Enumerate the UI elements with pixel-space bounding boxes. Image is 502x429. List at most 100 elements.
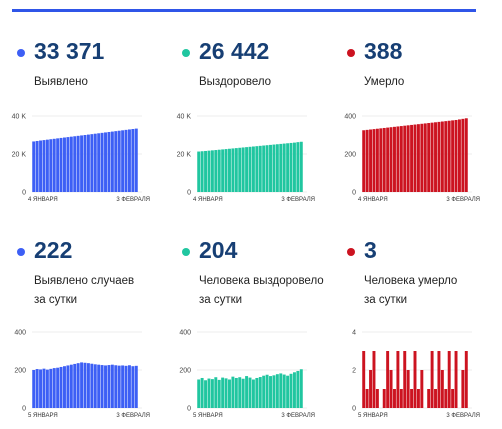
bar: [131, 366, 135, 408]
bar-chart: 0 200 400 5 ЯНВАРЯ 3 ФЕВРАЛЯ: [14, 330, 150, 420]
bar: [282, 374, 286, 408]
y-tick-label: 0: [187, 190, 191, 197]
bar: [440, 121, 444, 192]
bar: [434, 122, 437, 192]
bar: [386, 127, 390, 192]
bar: [369, 129, 373, 192]
bar: [124, 129, 128, 192]
value-died-daily: 3: [364, 237, 377, 263]
bar: [393, 126, 396, 192]
bar: [406, 125, 410, 192]
bar: [430, 122, 434, 192]
bar: [369, 370, 373, 408]
bar-chart: 0 20 K 40 K 4 ЯНВАРЯ 3 ФЕВРАЛЯ: [12, 114, 150, 204]
bar: [32, 141, 36, 192]
bar: [80, 362, 84, 408]
bar: [238, 377, 242, 408]
bar: [83, 135, 87, 192]
bullet-dot: [182, 49, 190, 57]
bar: [372, 129, 376, 192]
bar: [444, 389, 448, 408]
x-start-label: 4 ЯНВАРЯ: [28, 197, 58, 203]
bar: [427, 123, 431, 192]
bar: [434, 389, 437, 408]
label-recovered-daily: Человека выздоровело за сутки: [199, 275, 324, 306]
bar-chart: 0 20 K 40 K 4 ЯНВАРЯ 3 ФЕВРАЛЯ: [177, 114, 315, 204]
bar: [52, 138, 56, 192]
value-detected-daily: 222: [34, 237, 73, 263]
bar: [275, 144, 279, 192]
bar: [454, 119, 458, 192]
bar: [35, 369, 39, 408]
bar: [396, 351, 400, 408]
bar: [292, 142, 296, 192]
bar: [59, 366, 63, 408]
bullet-dot: [347, 49, 355, 57]
bar: [214, 377, 218, 408]
bar: [69, 136, 73, 192]
bar: [49, 139, 53, 192]
y-tick-label: 40 K: [177, 114, 192, 121]
bar: [440, 370, 444, 408]
bar: [365, 389, 369, 408]
top-accent-bar: [12, 9, 476, 12]
x-end-label: 3 ФЕВРАЛЯ: [116, 413, 150, 419]
bar: [66, 365, 70, 408]
bar: [100, 132, 104, 192]
bar: [131, 129, 135, 192]
bar: [461, 370, 465, 408]
bar: [97, 133, 101, 192]
bar: [210, 150, 214, 192]
bar: [117, 130, 121, 192]
bar: [69, 364, 73, 408]
bar: [413, 351, 417, 408]
bar: [117, 365, 121, 408]
bar: [207, 378, 211, 408]
label-died: Умерло: [364, 76, 405, 88]
bar: [389, 370, 393, 408]
bar: [423, 123, 427, 192]
bar: [104, 365, 107, 408]
bar: [454, 351, 458, 408]
y-tick-label: 0: [352, 190, 356, 197]
bar: [286, 375, 290, 408]
bar: [56, 138, 60, 192]
bar: [420, 370, 424, 408]
bar: [73, 136, 77, 192]
bar: [245, 147, 249, 192]
bar: [386, 351, 390, 408]
bar: [134, 365, 138, 408]
bar: [444, 121, 448, 192]
bar: [269, 144, 272, 192]
bar: [427, 389, 431, 408]
bar: [286, 143, 290, 192]
bar: [258, 377, 262, 408]
bar: [231, 148, 235, 192]
bar: [90, 134, 94, 192]
x-start-label: 4 ЯНВАРЯ: [358, 197, 388, 203]
bar: [217, 379, 221, 408]
bar: [451, 120, 455, 192]
y-tick-label: 0: [352, 406, 356, 413]
bar: [217, 149, 221, 192]
bar: [93, 133, 97, 192]
bar: [430, 351, 434, 408]
bar: [52, 368, 56, 408]
bar: [420, 123, 424, 192]
bar: [372, 351, 376, 408]
bar-chart: 0 2 4 5 ЯНВАРЯ 3 ФЕВРАЛЯ: [352, 330, 480, 420]
x-end-label: 3 ФЕВРАЛЯ: [281, 197, 315, 203]
bar: [399, 126, 403, 192]
bar: [396, 126, 400, 192]
bar: [59, 137, 63, 192]
bar: [382, 389, 386, 408]
bar: [413, 124, 417, 192]
bar: [224, 378, 228, 408]
bar: [389, 127, 393, 192]
bar: [241, 378, 245, 408]
bar: [362, 130, 366, 192]
bar: [63, 137, 66, 192]
bar: [93, 364, 97, 408]
bar: [269, 376, 272, 408]
bar: [375, 389, 379, 408]
